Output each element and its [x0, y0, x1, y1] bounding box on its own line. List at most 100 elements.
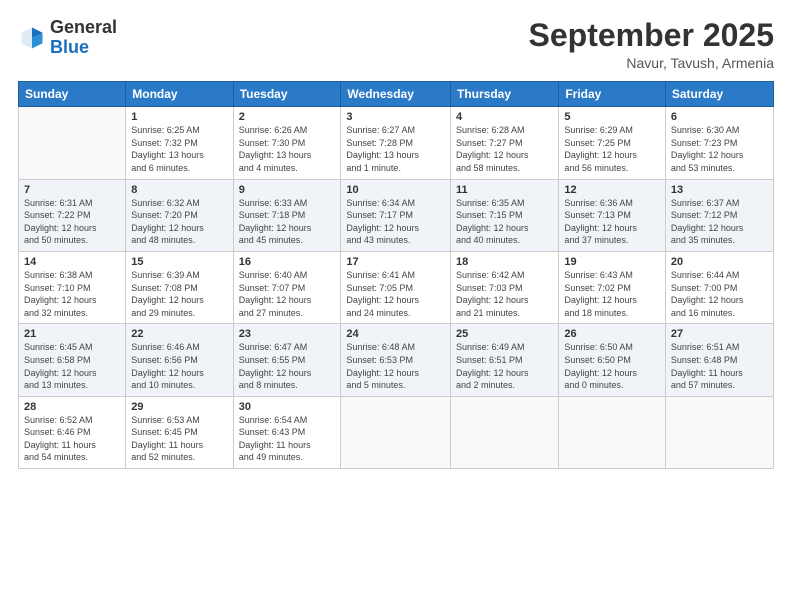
- day-number: 2: [239, 111, 336, 123]
- day-info: Sunrise: 6:26 AM Sunset: 7:30 PM Dayligh…: [239, 124, 336, 174]
- calendar-cell: 9Sunrise: 6:33 AM Sunset: 7:18 PM Daylig…: [233, 179, 341, 251]
- day-info: Sunrise: 6:44 AM Sunset: 7:00 PM Dayligh…: [671, 269, 768, 319]
- day-number: 25: [456, 328, 553, 340]
- day-number: 19: [564, 256, 660, 268]
- day-number: 9: [239, 184, 336, 196]
- day-number: 24: [346, 328, 445, 340]
- title-block: September 2025 Navur, Tavush, Armenia: [529, 18, 774, 71]
- day-info: Sunrise: 6:28 AM Sunset: 7:27 PM Dayligh…: [456, 124, 553, 174]
- calendar-cell: 11Sunrise: 6:35 AM Sunset: 7:15 PM Dayli…: [451, 179, 559, 251]
- calendar-cell: 23Sunrise: 6:47 AM Sunset: 6:55 PM Dayli…: [233, 324, 341, 396]
- calendar-week-row: 28Sunrise: 6:52 AM Sunset: 6:46 PM Dayli…: [19, 396, 774, 468]
- day-number: 29: [131, 401, 227, 413]
- col-tuesday: Tuesday: [233, 82, 341, 107]
- logo: General Blue: [18, 18, 117, 58]
- day-number: 23: [239, 328, 336, 340]
- day-info: Sunrise: 6:38 AM Sunset: 7:10 PM Dayligh…: [24, 269, 120, 319]
- calendar-cell: 4Sunrise: 6:28 AM Sunset: 7:27 PM Daylig…: [451, 107, 559, 179]
- day-info: Sunrise: 6:32 AM Sunset: 7:20 PM Dayligh…: [131, 197, 227, 247]
- day-number: 30: [239, 401, 336, 413]
- calendar-cell: [665, 396, 773, 468]
- day-number: 16: [239, 256, 336, 268]
- day-info: Sunrise: 6:37 AM Sunset: 7:12 PM Dayligh…: [671, 197, 768, 247]
- calendar-cell: 28Sunrise: 6:52 AM Sunset: 6:46 PM Dayli…: [19, 396, 126, 468]
- day-number: 12: [564, 184, 660, 196]
- calendar-cell: 6Sunrise: 6:30 AM Sunset: 7:23 PM Daylig…: [665, 107, 773, 179]
- day-info: Sunrise: 6:48 AM Sunset: 6:53 PM Dayligh…: [346, 341, 445, 391]
- location: Navur, Tavush, Armenia: [529, 55, 774, 71]
- calendar-cell: [19, 107, 126, 179]
- calendar-cell: 13Sunrise: 6:37 AM Sunset: 7:12 PM Dayli…: [665, 179, 773, 251]
- day-info: Sunrise: 6:45 AM Sunset: 6:58 PM Dayligh…: [24, 341, 120, 391]
- day-info: Sunrise: 6:29 AM Sunset: 7:25 PM Dayligh…: [564, 124, 660, 174]
- day-info: Sunrise: 6:51 AM Sunset: 6:48 PM Dayligh…: [671, 341, 768, 391]
- col-monday: Monday: [126, 82, 233, 107]
- day-number: 11: [456, 184, 553, 196]
- day-number: 26: [564, 328, 660, 340]
- logo-text: General Blue: [50, 18, 117, 58]
- calendar-cell: 30Sunrise: 6:54 AM Sunset: 6:43 PM Dayli…: [233, 396, 341, 468]
- day-info: Sunrise: 6:36 AM Sunset: 7:13 PM Dayligh…: [564, 197, 660, 247]
- day-number: 21: [24, 328, 120, 340]
- logo-icon: [18, 24, 46, 52]
- day-number: 13: [671, 184, 768, 196]
- calendar-week-row: 7Sunrise: 6:31 AM Sunset: 7:22 PM Daylig…: [19, 179, 774, 251]
- calendar-cell: 25Sunrise: 6:49 AM Sunset: 6:51 PM Dayli…: [451, 324, 559, 396]
- day-number: 15: [131, 256, 227, 268]
- day-number: 3: [346, 111, 445, 123]
- day-number: 4: [456, 111, 553, 123]
- col-sunday: Sunday: [19, 82, 126, 107]
- day-info: Sunrise: 6:25 AM Sunset: 7:32 PM Dayligh…: [131, 124, 227, 174]
- day-number: 28: [24, 401, 120, 413]
- day-info: Sunrise: 6:52 AM Sunset: 6:46 PM Dayligh…: [24, 414, 120, 464]
- day-number: 27: [671, 328, 768, 340]
- calendar-cell: 15Sunrise: 6:39 AM Sunset: 7:08 PM Dayli…: [126, 251, 233, 323]
- day-info: Sunrise: 6:40 AM Sunset: 7:07 PM Dayligh…: [239, 269, 336, 319]
- calendar-cell: 5Sunrise: 6:29 AM Sunset: 7:25 PM Daylig…: [559, 107, 666, 179]
- calendar-cell: [559, 396, 666, 468]
- calendar-header-row: Sunday Monday Tuesday Wednesday Thursday…: [19, 82, 774, 107]
- logo-general-text: General: [50, 17, 117, 37]
- calendar-cell: 19Sunrise: 6:43 AM Sunset: 7:02 PM Dayli…: [559, 251, 666, 323]
- calendar-cell: 21Sunrise: 6:45 AM Sunset: 6:58 PM Dayli…: [19, 324, 126, 396]
- day-number: 8: [131, 184, 227, 196]
- col-thursday: Thursday: [451, 82, 559, 107]
- calendar-cell: 12Sunrise: 6:36 AM Sunset: 7:13 PM Dayli…: [559, 179, 666, 251]
- day-info: Sunrise: 6:31 AM Sunset: 7:22 PM Dayligh…: [24, 197, 120, 247]
- day-info: Sunrise: 6:30 AM Sunset: 7:23 PM Dayligh…: [671, 124, 768, 174]
- calendar-cell: 14Sunrise: 6:38 AM Sunset: 7:10 PM Dayli…: [19, 251, 126, 323]
- day-info: Sunrise: 6:41 AM Sunset: 7:05 PM Dayligh…: [346, 269, 445, 319]
- calendar-table: Sunday Monday Tuesday Wednesday Thursday…: [18, 81, 774, 469]
- day-info: Sunrise: 6:46 AM Sunset: 6:56 PM Dayligh…: [131, 341, 227, 391]
- day-info: Sunrise: 6:39 AM Sunset: 7:08 PM Dayligh…: [131, 269, 227, 319]
- calendar-week-row: 1Sunrise: 6:25 AM Sunset: 7:32 PM Daylig…: [19, 107, 774, 179]
- day-info: Sunrise: 6:54 AM Sunset: 6:43 PM Dayligh…: [239, 414, 336, 464]
- day-info: Sunrise: 6:47 AM Sunset: 6:55 PM Dayligh…: [239, 341, 336, 391]
- calendar-cell: [341, 396, 451, 468]
- logo-blue-text: Blue: [50, 37, 89, 57]
- day-number: 20: [671, 256, 768, 268]
- calendar-week-row: 21Sunrise: 6:45 AM Sunset: 6:58 PM Dayli…: [19, 324, 774, 396]
- day-number: 1: [131, 111, 227, 123]
- day-info: Sunrise: 6:53 AM Sunset: 6:45 PM Dayligh…: [131, 414, 227, 464]
- calendar-cell: 3Sunrise: 6:27 AM Sunset: 7:28 PM Daylig…: [341, 107, 451, 179]
- calendar-cell: 27Sunrise: 6:51 AM Sunset: 6:48 PM Dayli…: [665, 324, 773, 396]
- day-info: Sunrise: 6:34 AM Sunset: 7:17 PM Dayligh…: [346, 197, 445, 247]
- day-info: Sunrise: 6:42 AM Sunset: 7:03 PM Dayligh…: [456, 269, 553, 319]
- calendar-cell: 17Sunrise: 6:41 AM Sunset: 7:05 PM Dayli…: [341, 251, 451, 323]
- calendar-cell: 29Sunrise: 6:53 AM Sunset: 6:45 PM Dayli…: [126, 396, 233, 468]
- day-number: 6: [671, 111, 768, 123]
- calendar-cell: 8Sunrise: 6:32 AM Sunset: 7:20 PM Daylig…: [126, 179, 233, 251]
- month-title: September 2025: [529, 18, 774, 53]
- calendar-cell: 7Sunrise: 6:31 AM Sunset: 7:22 PM Daylig…: [19, 179, 126, 251]
- calendar-cell: 18Sunrise: 6:42 AM Sunset: 7:03 PM Dayli…: [451, 251, 559, 323]
- calendar-cell: 20Sunrise: 6:44 AM Sunset: 7:00 PM Dayli…: [665, 251, 773, 323]
- calendar-cell: 24Sunrise: 6:48 AM Sunset: 6:53 PM Dayli…: [341, 324, 451, 396]
- header: General Blue September 2025 Navur, Tavus…: [18, 18, 774, 71]
- day-number: 5: [564, 111, 660, 123]
- page: General Blue September 2025 Navur, Tavus…: [0, 0, 792, 612]
- day-info: Sunrise: 6:35 AM Sunset: 7:15 PM Dayligh…: [456, 197, 553, 247]
- day-info: Sunrise: 6:27 AM Sunset: 7:28 PM Dayligh…: [346, 124, 445, 174]
- day-number: 7: [24, 184, 120, 196]
- col-friday: Friday: [559, 82, 666, 107]
